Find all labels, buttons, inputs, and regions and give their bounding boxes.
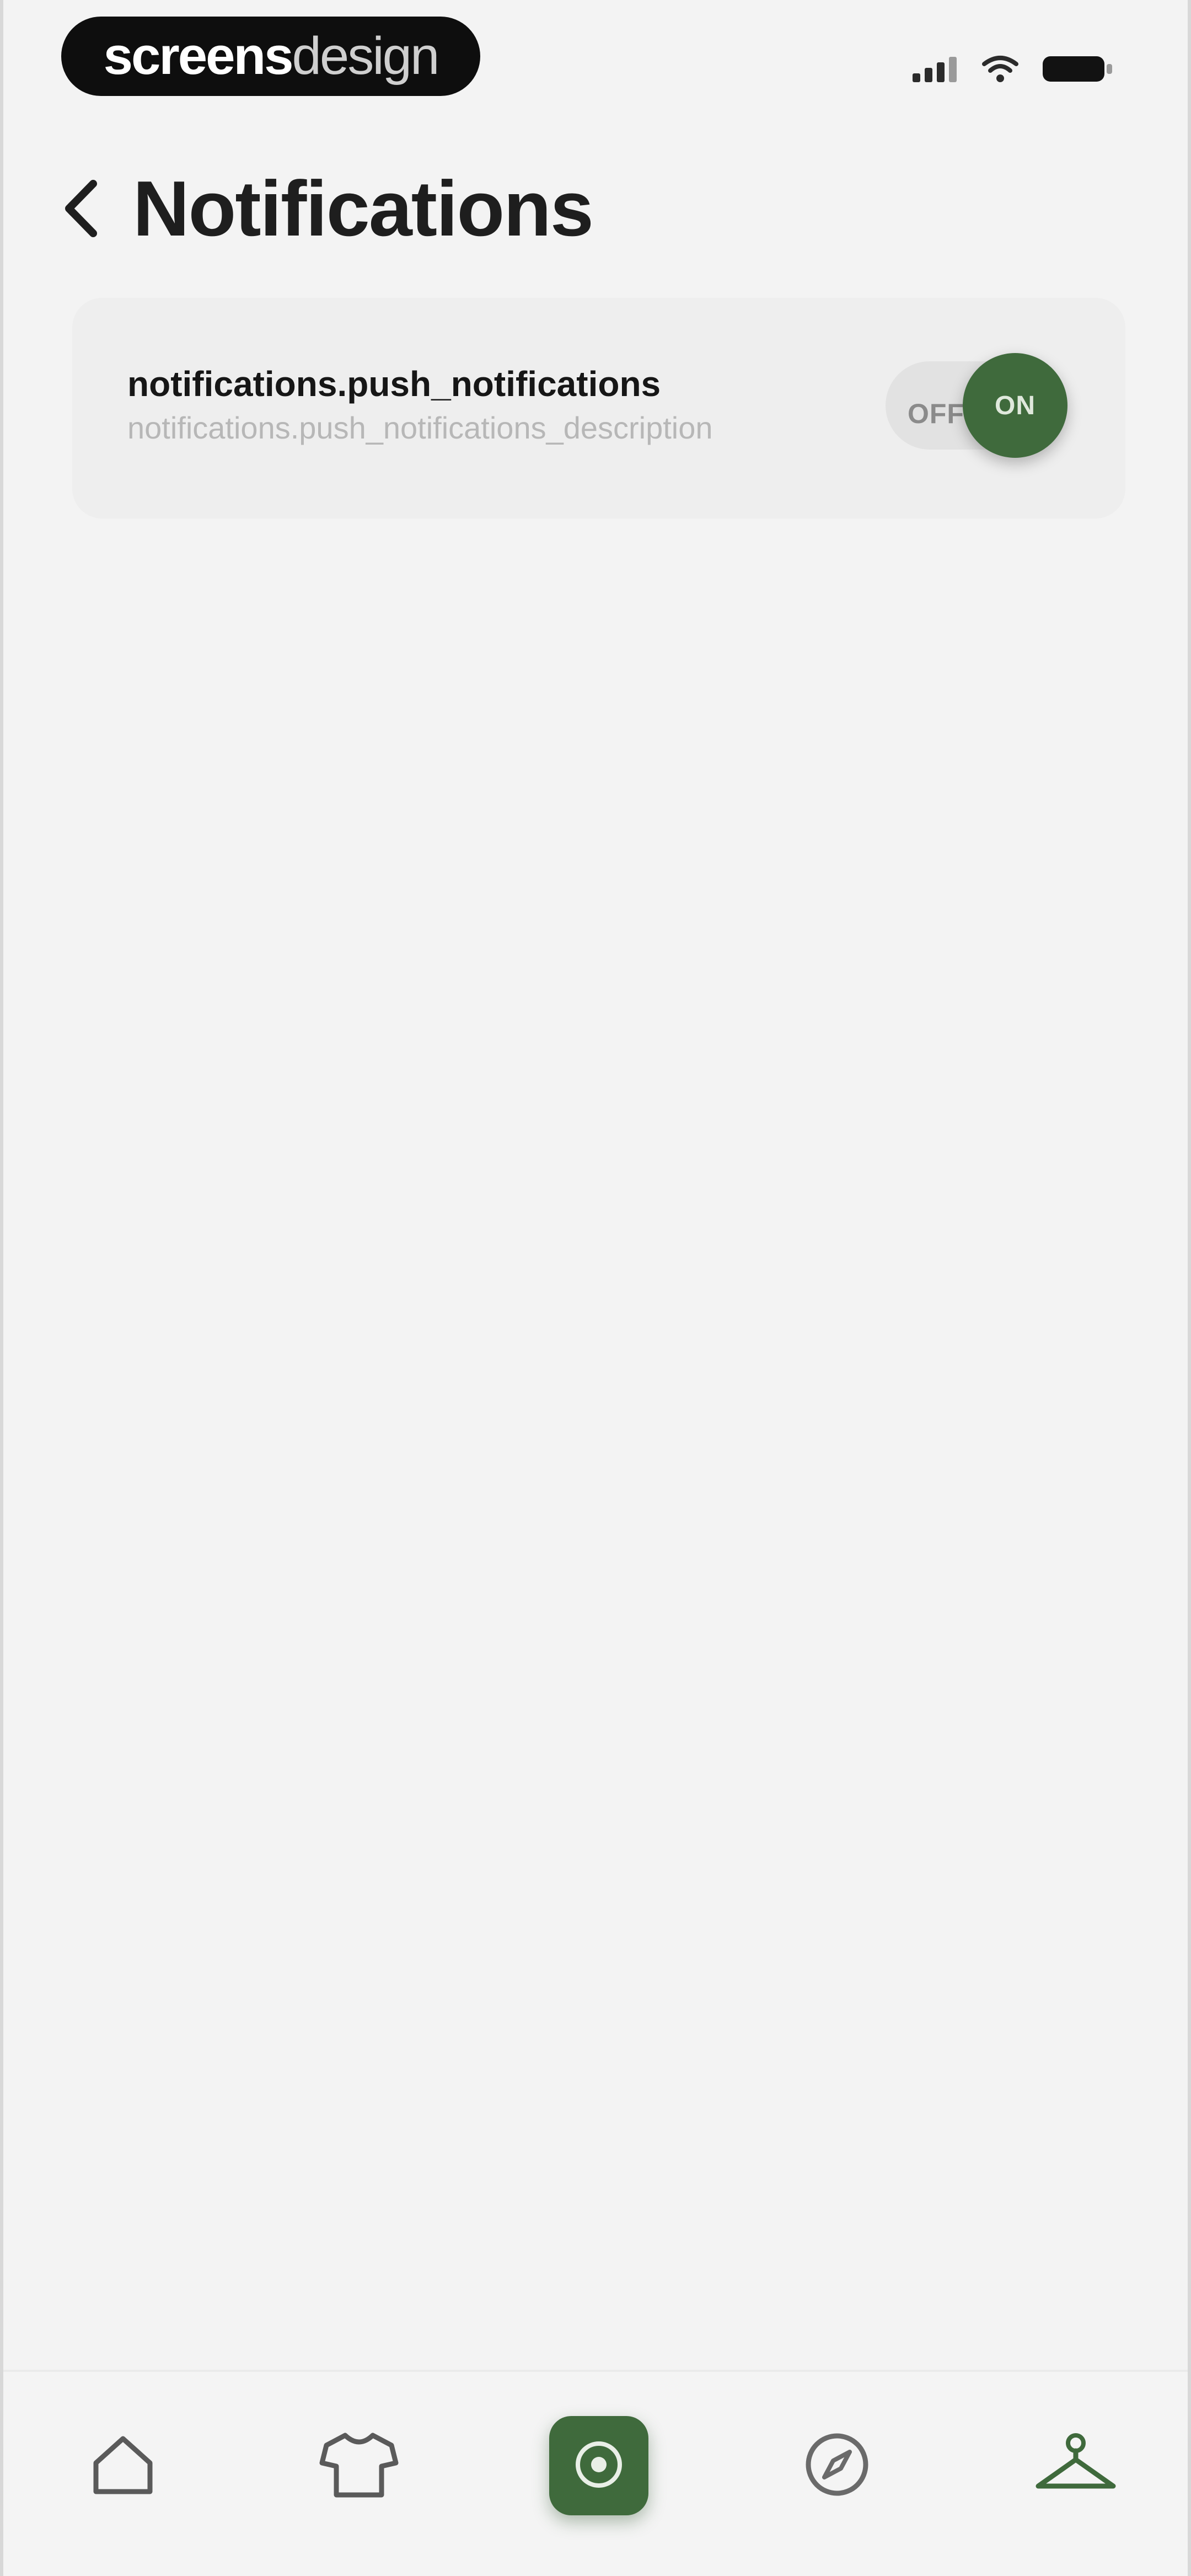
bottom-navigation <box>3 2370 1188 2576</box>
nav-home[interactable] <box>68 2411 178 2521</box>
nav-explore[interactable] <box>782 2411 892 2521</box>
status-bar: screens design <box>3 0 1188 121</box>
push-notifications-toggle[interactable]: OFF ON <box>886 353 1067 458</box>
brand-logo-part-a: screens <box>103 26 294 85</box>
signal-icon <box>913 56 959 82</box>
status-icons <box>913 52 1113 85</box>
setting-row-push-notifications: notifications.push_notifications notific… <box>72 298 1125 519</box>
add-circle-icon <box>571 2437 626 2495</box>
chevron-left-icon <box>61 178 100 242</box>
toggle-knob: ON <box>963 353 1067 458</box>
brand-logo-part-b: design <box>292 26 440 85</box>
hanger-icon <box>1032 2429 1120 2503</box>
nav-add[interactable] <box>549 2416 648 2515</box>
page-title: Notifications <box>133 165 594 253</box>
page-header: Notifications <box>3 149 1188 270</box>
nav-closet[interactable] <box>1021 2411 1131 2521</box>
wifi-icon <box>982 55 1018 83</box>
back-button[interactable] <box>47 171 114 248</box>
toggle-off-label: OFF <box>908 398 964 429</box>
nav-wardrobe[interactable] <box>304 2411 414 2521</box>
setting-text: notifications.push_notifications notific… <box>127 364 927 448</box>
compass-icon <box>801 2429 873 2503</box>
shirt-icon <box>318 2429 400 2503</box>
setting-title: notifications.push_notifications <box>127 364 661 404</box>
toggle-on-label: ON <box>995 391 1036 420</box>
home-icon <box>87 2429 159 2503</box>
brand-logo: screens design <box>61 17 480 96</box>
setting-description: notifications.push_notifications_descrip… <box>127 410 713 445</box>
battery-icon <box>1042 54 1113 84</box>
app-screen: screens design Notifications notificatio… <box>0 0 1191 2576</box>
